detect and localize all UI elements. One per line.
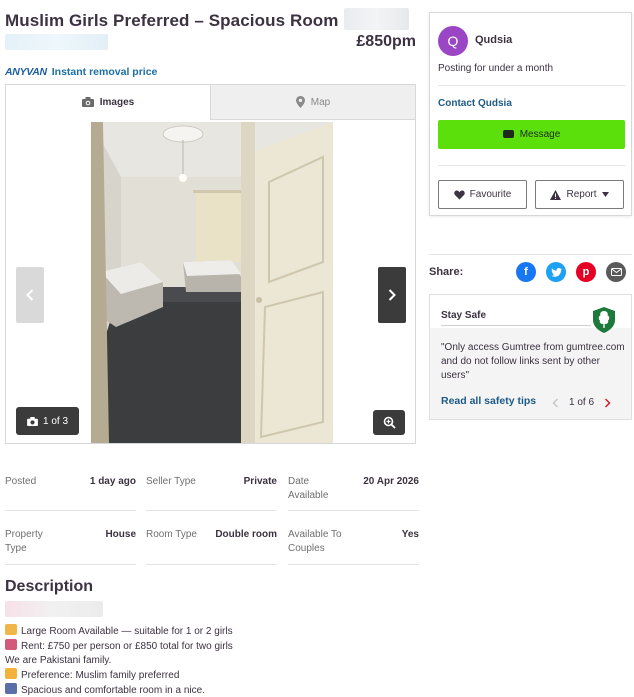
description-line: We are Pakistani family. (5, 655, 112, 666)
detail-label-available-to-couples: Available To Couples (288, 529, 342, 554)
seller-name[interactable]: Qudsia (475, 34, 512, 46)
detail-label-property-type: Property Type (5, 529, 43, 554)
detail-label-posted: Posted (5, 476, 37, 487)
avatar[interactable]: Q (438, 26, 468, 56)
description-body: Large Room Available — suitable for 1 or… (5, 624, 233, 697)
detail-label-date-available: Date Available (288, 476, 329, 501)
anyvan-logo: ANYVAN (5, 66, 47, 78)
family-emoji-icon (5, 668, 17, 679)
zoom-button[interactable] (373, 410, 405, 435)
stay-safe-tip: "Only access Gumtree from gumtree.com an… (441, 342, 625, 381)
gallery-tabs: Images Map (6, 85, 415, 120)
redacted-description-text (5, 601, 103, 617)
warning-icon (550, 189, 562, 200)
chevron-right-icon[interactable] (604, 397, 611, 408)
divider (146, 564, 277, 565)
chat-icon (502, 130, 514, 138)
listing-price: £850pm (356, 33, 416, 50)
bed-emoji-icon (5, 683, 17, 694)
redacted-location (344, 8, 409, 30)
detail-value-room-type: Double room (215, 529, 277, 540)
listing-photo[interactable] (91, 122, 333, 443)
image-counter: 1 of 3 (16, 407, 79, 435)
divider (429, 254, 632, 255)
chevron-left-icon[interactable] (552, 397, 559, 408)
detail-value-seller-type: Private (243, 476, 277, 487)
divider (288, 564, 419, 565)
divider (438, 85, 625, 86)
divider (5, 564, 136, 565)
detail-value-posted: 1 day ago (89, 476, 136, 487)
twitter-icon[interactable] (546, 262, 566, 282)
anyvan-promo-link[interactable]: Instant removal price (52, 66, 158, 78)
money-emoji-icon (5, 639, 17, 650)
detail-value-property-type: House (105, 529, 136, 540)
divider (438, 165, 625, 166)
description-line: Rent: £750 per person or £850 total for … (5, 639, 233, 654)
facebook-icon[interactable]: f (516, 262, 536, 282)
camera-icon (81, 97, 94, 107)
next-image-button[interactable] (378, 267, 406, 323)
message-button-label: Message (519, 129, 561, 140)
share-label: Share: (429, 266, 464, 278)
detail-value-date-available: 20 Apr 2026 (363, 476, 419, 487)
safety-tip-counter: 1 of 6 (569, 397, 595, 408)
divider (288, 510, 419, 511)
favourite-button-label: Favourite (469, 189, 512, 200)
description-line: Spacious and comfortable room in a nice. (5, 683, 233, 697)
tab-images-label: Images (99, 96, 135, 108)
anyvan-promo[interactable]: ANYVAN Instant removal price (5, 66, 157, 78)
pinterest-icon[interactable]: p (576, 262, 596, 282)
tab-map[interactable]: Map (210, 85, 415, 120)
divider (146, 510, 277, 511)
camera-icon (27, 416, 38, 426)
report-button[interactable]: Report (535, 180, 624, 209)
chevron-right-icon (388, 289, 396, 301)
detail-value-available-to-couples: Yes (401, 529, 419, 540)
detail-label-room-type: Room Type (146, 529, 197, 540)
divider (5, 510, 136, 511)
description-line: Preference: Muslim family preferred (5, 668, 233, 683)
detail-label-seller-type: Seller Type (146, 476, 196, 487)
description-heading: Description (5, 578, 94, 595)
seller-posting-duration: Posting for under a month (438, 63, 554, 74)
tab-map-label: Map (310, 96, 331, 108)
zoom-in-icon (383, 416, 396, 429)
chevron-left-icon (26, 289, 34, 301)
favourite-button[interactable]: Favourite (438, 180, 527, 209)
listing-title: Muslim Girls Preferred – Spacious Room i… (5, 11, 359, 30)
room-photo-illustration (91, 122, 333, 443)
stay-safe-panel: Stay Safe "Only access Gumtree from gumt… (429, 294, 632, 420)
safety-tip-pager: 1 of 6 (552, 397, 611, 408)
heart-icon (453, 190, 465, 199)
tab-images[interactable]: Images (6, 85, 210, 120)
previous-image-button[interactable] (16, 267, 44, 323)
report-button-label: Report (566, 189, 597, 200)
image-counter-text: 1 of 3 (42, 415, 69, 427)
description-line: Large Room Available — suitable for 1 or… (5, 624, 233, 639)
divider (441, 325, 591, 326)
image-gallery: Images Map 1 of 3 (5, 84, 416, 444)
contact-seller-heading: Contact Qudsia (438, 98, 512, 109)
redacted-location-continued (5, 34, 108, 50)
seller-card: Q Qudsia Posting for under a month Conta… (429, 12, 632, 216)
house-emoji-icon (5, 624, 17, 635)
caret-down-icon (601, 192, 609, 197)
map-pin-icon (295, 96, 305, 108)
gumtree-shield-icon (593, 307, 615, 333)
safety-tips-link[interactable]: Read all safety tips (441, 395, 536, 407)
message-button[interactable]: Message (438, 120, 625, 149)
stay-safe-title: Stay Safe (441, 310, 487, 321)
email-icon[interactable] (606, 262, 626, 282)
